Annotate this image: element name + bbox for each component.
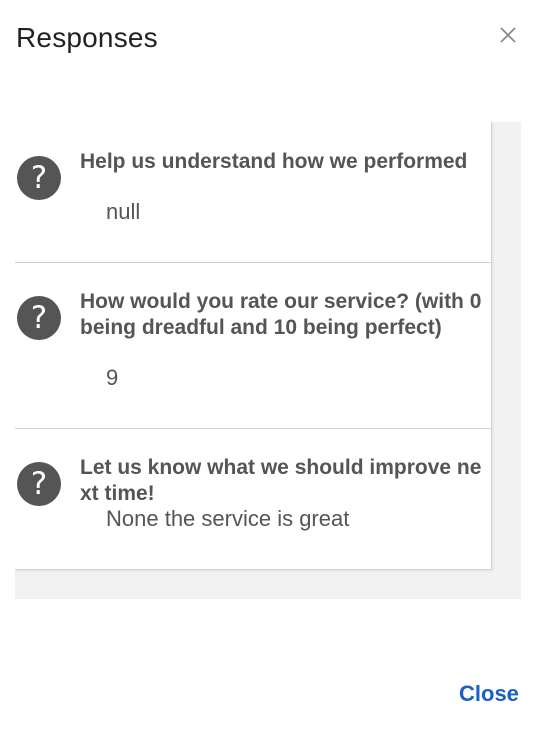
question-icon: ? [17, 156, 61, 200]
answer-text: 9 [106, 365, 119, 390]
responses-list[interactable]: ? Help us understand how we performed nu… [15, 122, 492, 570]
list-item: ? How would you rate our service? (with … [15, 262, 491, 428]
question-text: Help us understand how we performed [80, 150, 468, 173]
list-item: ? Help us understand how we performed nu… [15, 122, 491, 262]
close-icon[interactable] [497, 24, 519, 46]
question-icon: ? [17, 296, 61, 340]
responses-panel: ? Help us understand how we performed nu… [15, 122, 521, 599]
answer-text: null [106, 199, 141, 224]
answer-text: None the service is great [106, 506, 350, 531]
question-icon: ? [17, 462, 61, 506]
list-item: ? Let us know what we should improve nex… [15, 428, 491, 569]
question-text: How would you rate our service? (with 0 … [80, 290, 482, 339]
dialog-title: Responses [16, 22, 158, 53]
close-button[interactable]: Close [459, 681, 519, 707]
question-text: Let us know what we should improve next … [80, 456, 482, 505]
